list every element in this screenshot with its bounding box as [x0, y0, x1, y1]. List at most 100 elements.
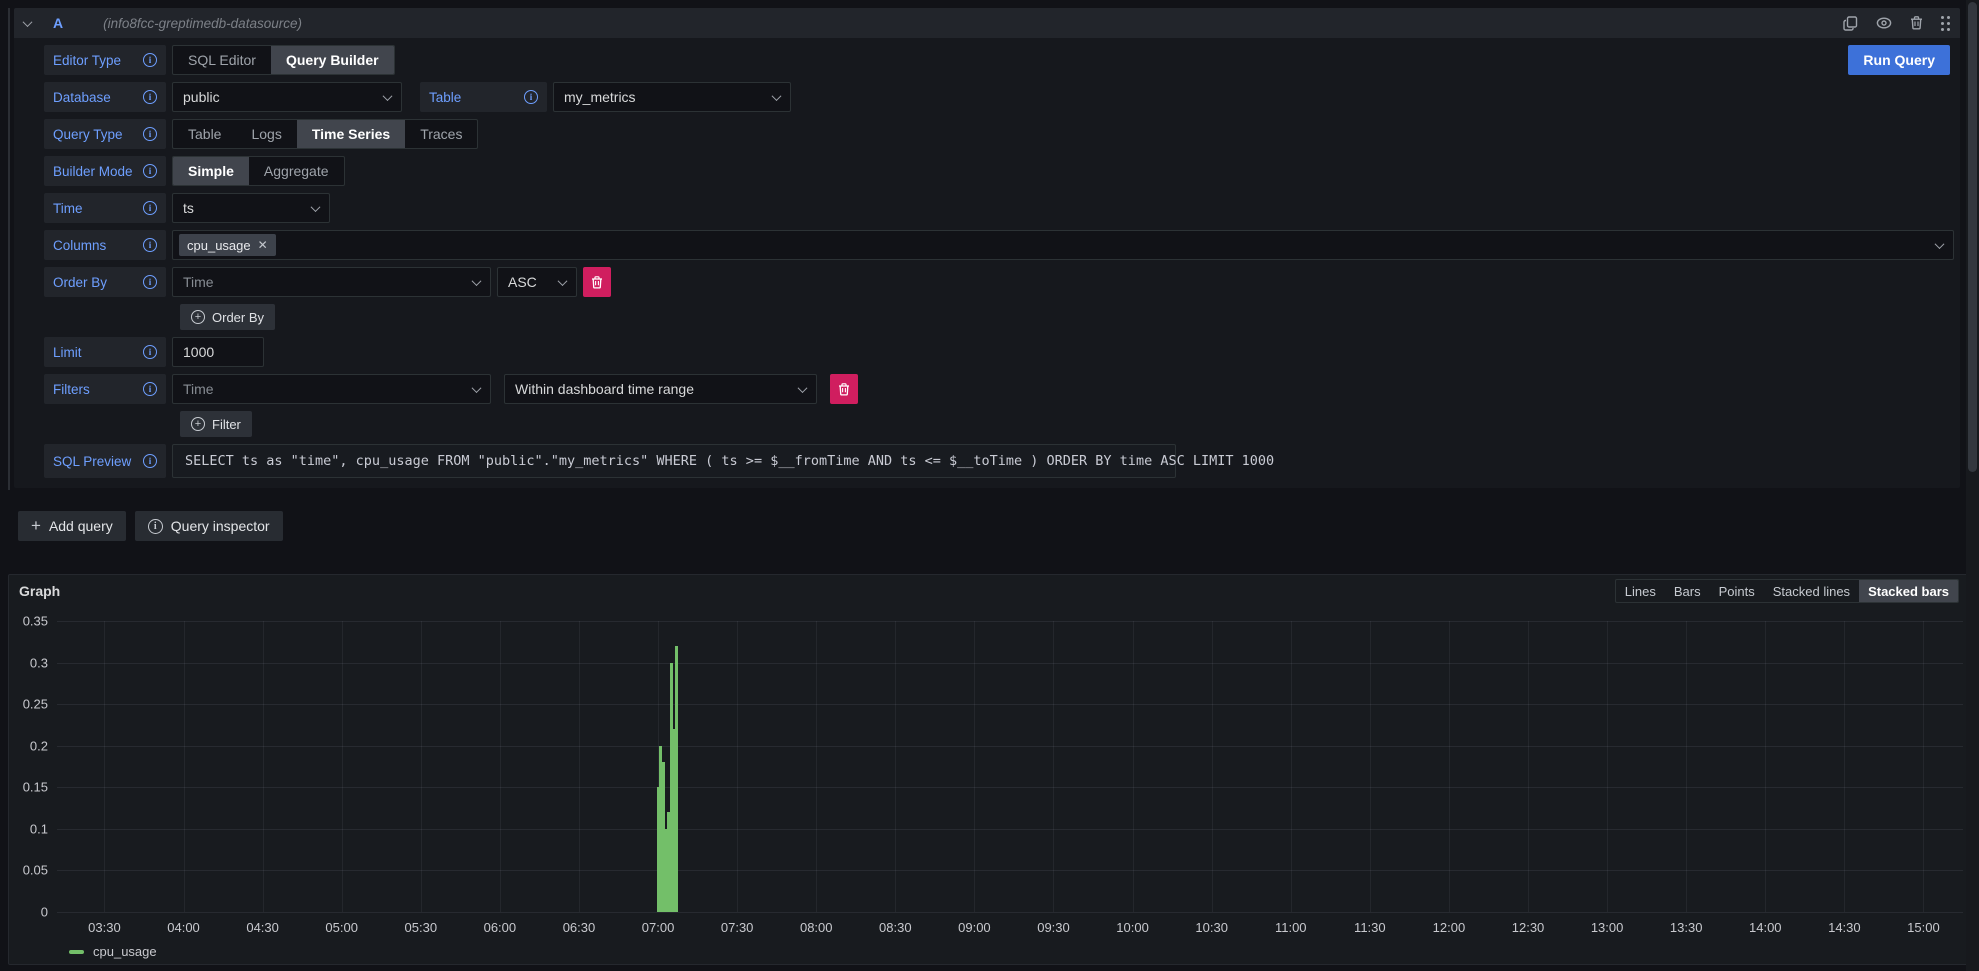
info-icon[interactable]: i — [143, 275, 157, 289]
table-select[interactable]: my_metrics — [553, 82, 791, 112]
query-header-actions — [1843, 16, 1950, 31]
info-icon[interactable]: i — [143, 90, 157, 104]
x-gridline — [1212, 621, 1213, 912]
x-tick-label: 13:00 — [1591, 920, 1624, 935]
graph-panel: Graph LinesBarsPointsStacked linesStacke… — [8, 574, 1970, 965]
option-time-series[interactable]: Time Series — [297, 120, 405, 148]
collapse-chevron-icon[interactable] — [23, 17, 33, 27]
remove-query-trash-icon[interactable] — [1910, 16, 1923, 30]
info-icon[interactable]: i — [143, 454, 157, 468]
selected-column-chip[interactable]: cpu_usage ✕ — [179, 234, 276, 256]
y-tick-label: 0.1 — [30, 821, 48, 836]
x-tick-label: 07:00 — [642, 920, 675, 935]
mode-stacked-lines[interactable]: Stacked lines — [1764, 580, 1859, 602]
info-icon[interactable]: i — [143, 53, 157, 67]
remove-order-by-button[interactable] — [583, 267, 611, 297]
mode-lines[interactable]: Lines — [1616, 580, 1665, 602]
chevron-down-icon — [772, 91, 782, 101]
row-add-filter: + Filter — [44, 411, 1954, 437]
filters-label: Filters i — [44, 374, 166, 404]
option-aggregate[interactable]: Aggregate — [249, 157, 344, 185]
x-gridline — [1607, 621, 1608, 912]
y-tick-label: 0.25 — [23, 697, 48, 712]
y-gridline — [57, 663, 1963, 664]
option-logs[interactable]: Logs — [236, 120, 296, 148]
y-tick-label: 0.3 — [30, 655, 48, 670]
add-order-by-button[interactable]: + Order By — [180, 304, 275, 330]
row-sql-preview: SQL Preview i SELECT ts as "time", cpu_u… — [44, 444, 1954, 478]
order-by-field-select[interactable]: Time — [172, 267, 491, 297]
info-icon[interactable]: i — [524, 90, 538, 104]
info-icon[interactable]: i — [143, 201, 157, 215]
x-gridline — [1844, 621, 1845, 912]
x-gridline — [1923, 621, 1924, 912]
mode-points[interactable]: Points — [1710, 580, 1764, 602]
row-limit: Limit i — [44, 337, 1954, 367]
chevron-down-icon — [472, 383, 482, 393]
info-icon[interactable]: i — [143, 127, 157, 141]
filter-value-select[interactable]: Within dashboard time range — [504, 374, 817, 404]
row-editor-type: Editor Type i SQL EditorQuery Builder Ru… — [44, 45, 1954, 75]
option-table[interactable]: Table — [173, 120, 236, 148]
filter-field-select[interactable]: Time — [172, 374, 491, 404]
time-column-select[interactable]: ts — [172, 193, 330, 223]
option-sql-editor[interactable]: SQL Editor — [173, 46, 271, 74]
run-query-button[interactable]: Run Query — [1848, 45, 1950, 75]
editor-type-label: Editor Type i — [44, 45, 166, 75]
info-icon[interactable]: i — [143, 238, 157, 252]
query-row-header[interactable]: A (info8fcc-greptimedb-datasource) — [14, 8, 1960, 38]
query-type-toggle: TableLogsTime SeriesTraces — [172, 119, 478, 149]
x-gridline — [1686, 621, 1687, 912]
sql-preview-label: SQL Preview i — [44, 444, 166, 478]
x-gridline — [816, 621, 817, 912]
columns-multiselect[interactable]: cpu_usage ✕ — [172, 230, 1954, 260]
add-query-button[interactable]: + Add query — [18, 511, 126, 541]
display-mode-toggle: LinesBarsPointsStacked linesStacked bars — [1615, 579, 1959, 603]
remove-filter-button[interactable] — [830, 374, 858, 404]
x-gridline — [1528, 621, 1529, 912]
database-select[interactable]: public — [172, 82, 402, 112]
limit-label: Limit i — [44, 337, 166, 367]
mode-stacked-bars[interactable]: Stacked bars — [1859, 580, 1958, 602]
row-query-type: Query Type i TableLogsTime SeriesTraces — [44, 119, 1954, 149]
x-tick-label: 07:30 — [721, 920, 754, 935]
x-gridline — [1291, 621, 1292, 912]
chevron-down-icon — [383, 91, 393, 101]
x-gridline — [104, 621, 105, 912]
plus-circle-icon: + — [191, 310, 205, 324]
x-tick-label: 04:30 — [246, 920, 279, 935]
info-icon[interactable]: i — [143, 345, 157, 359]
query-inspector-button[interactable]: i Query inspector — [135, 511, 283, 541]
add-filter-button[interactable]: + Filter — [180, 411, 252, 437]
legend-series-label[interactable]: cpu_usage — [93, 944, 157, 959]
remove-chip-icon[interactable]: ✕ — [258, 238, 268, 252]
y-tick-label: 0.15 — [23, 780, 48, 795]
drag-handle-icon[interactable] — [1941, 16, 1950, 31]
x-tick-label: 05:00 — [325, 920, 358, 935]
y-tick-label: 0.05 — [23, 863, 48, 878]
hide-response-eye-icon[interactable] — [1876, 17, 1892, 29]
info-icon[interactable]: i — [143, 382, 157, 396]
row-order-by: Order By i Time ASC — [44, 267, 1954, 297]
page-scrollbar[interactable] — [1966, 0, 1979, 971]
duplicate-query-icon[interactable] — [1843, 16, 1858, 31]
option-simple[interactable]: Simple — [173, 157, 249, 185]
info-icon[interactable]: i — [143, 164, 157, 178]
x-gridline — [1765, 621, 1766, 912]
x-tick-label: 12:00 — [1433, 920, 1466, 935]
mode-bars[interactable]: Bars — [1665, 580, 1710, 602]
y-gridline — [57, 787, 1963, 788]
limit-input[interactable] — [172, 337, 264, 367]
columns-label: Columns i — [44, 230, 166, 260]
y-gridline — [57, 829, 1963, 830]
x-tick-label: 13:30 — [1670, 920, 1703, 935]
scrollbar-thumb[interactable] — [1968, 2, 1977, 472]
x-gridline — [579, 621, 580, 912]
option-query-builder[interactable]: Query Builder — [271, 46, 394, 74]
order-by-direction-select[interactable]: ASC — [497, 267, 577, 297]
database-label: Database i — [44, 82, 166, 112]
graph-panel-header: Graph LinesBarsPointsStacked linesStacke… — [9, 575, 1969, 607]
builder-mode-label: Builder Mode i — [44, 156, 166, 186]
chevron-down-icon — [558, 276, 568, 286]
option-traces[interactable]: Traces — [405, 120, 477, 148]
